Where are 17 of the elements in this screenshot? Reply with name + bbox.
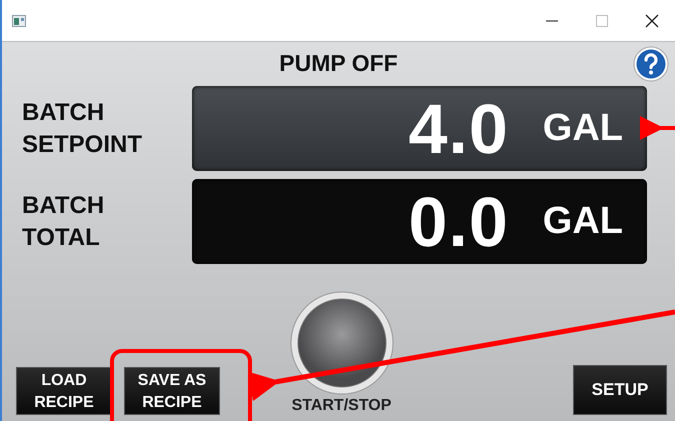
readout-label: BATCH TOTAL xyxy=(21,190,106,252)
unit-label: GAL xyxy=(542,200,623,243)
pump-status: PUMP OFF xyxy=(279,50,398,76)
start-stop-label: START/STOP xyxy=(292,397,392,415)
recipe-button[interactable]: SAVE AS RECIPE xyxy=(124,367,220,415)
readout-value: 0.0 xyxy=(408,182,509,262)
unit-label: GAL xyxy=(542,107,623,150)
readout-label: BATCH SETPOINT xyxy=(21,98,144,160)
close-icon[interactable] xyxy=(645,14,659,28)
setup-button[interactable]: SETUP xyxy=(573,365,667,415)
readout-value: 4.0 xyxy=(408,88,509,168)
annotation-arrow xyxy=(640,116,675,140)
readout-display[interactable]: 4.0 GAL xyxy=(192,86,647,171)
help-icon[interactable] xyxy=(633,46,669,82)
recipe-button[interactable]: LOAD RECIPE xyxy=(16,367,112,415)
app-icon xyxy=(12,14,26,26)
start-stop-knob[interactable] xyxy=(290,291,394,395)
